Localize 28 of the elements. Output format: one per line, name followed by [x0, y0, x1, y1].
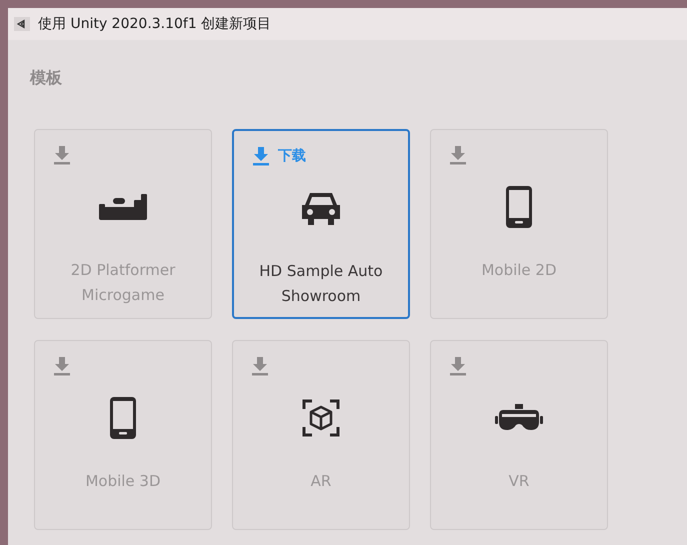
- template-name: 2D Platformer Microgame: [70, 260, 176, 306]
- template-name: Mobile 2D: [480, 260, 558, 281]
- unity-logo-icon: [14, 17, 30, 31]
- template-name: Mobile 3D: [84, 471, 162, 492]
- download-icon[interactable]: [53, 356, 71, 376]
- template-card[interactable]: 2D Platformer Microgame: [34, 129, 212, 319]
- download-icon[interactable]: [53, 145, 71, 165]
- template-card[interactable]: Mobile 3D: [34, 340, 212, 530]
- download-icon[interactable]: [449, 356, 467, 376]
- section-heading: 模板: [30, 68, 63, 89]
- download-icon[interactable]: [449, 145, 467, 165]
- phone-icon: [110, 397, 136, 439]
- download-icon[interactable]: [251, 356, 269, 376]
- window-title: 使用 Unity 2020.3.10f1 创建新项目: [38, 15, 272, 33]
- car-icon: [302, 191, 340, 225]
- template-name: AR: [310, 471, 332, 492]
- download-label[interactable]: 下载: [278, 147, 306, 165]
- template-name: VR: [508, 471, 530, 492]
- download-icon[interactable]: [252, 146, 270, 166]
- template-name: HD Sample Auto Showroom: [258, 261, 384, 307]
- ar-cube-icon: [302, 399, 340, 437]
- template-card[interactable]: Mobile 2D: [430, 129, 608, 319]
- template-card[interactable]: AR: [232, 340, 410, 530]
- template-card[interactable]: 下载 HD Sample Auto Showroom: [232, 129, 410, 319]
- phone-icon: [506, 186, 532, 228]
- platform-blocks-icon: [99, 194, 147, 220]
- vr-headset-icon: [495, 404, 543, 432]
- template-card[interactable]: VR: [430, 340, 608, 530]
